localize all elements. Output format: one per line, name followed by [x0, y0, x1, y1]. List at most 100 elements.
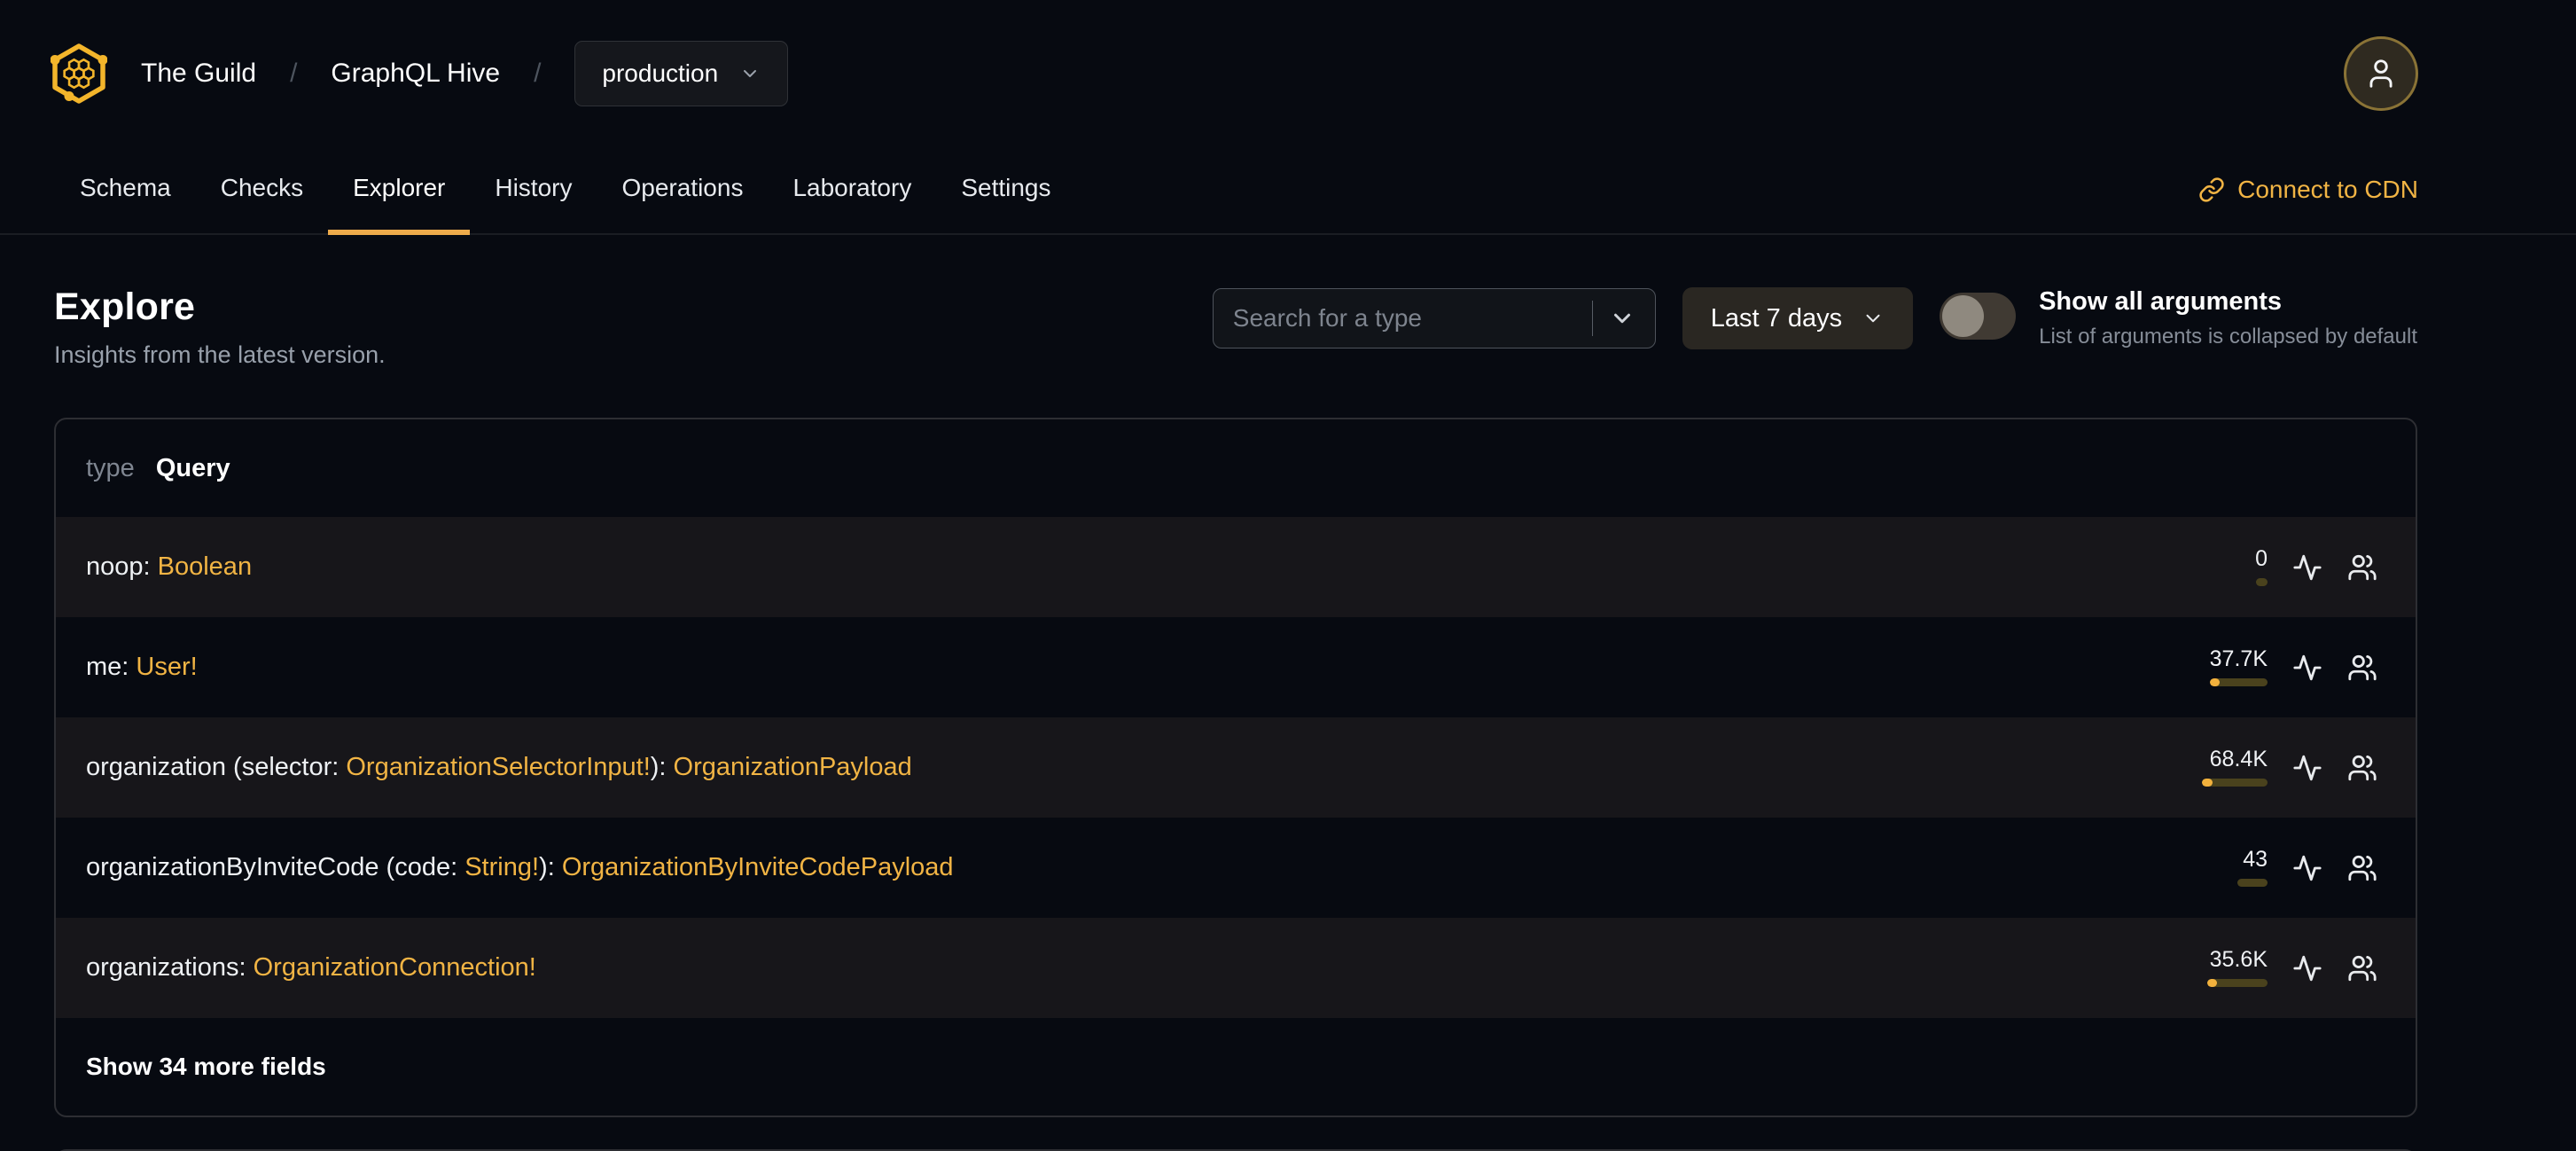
activity-pulse-icon[interactable] — [2292, 953, 2322, 983]
breadcrumb-separator: / — [290, 58, 298, 88]
type-search-combobox — [1212, 288, 1656, 348]
field-text: organization (selector: — [86, 753, 347, 781]
field-signature: organizations: OrganizationConnection! — [86, 953, 536, 983]
field-text: ): — [650, 753, 674, 781]
toggle-title: Show all arguments — [2039, 287, 2283, 316]
users-icon[interactable] — [2347, 853, 2377, 883]
users-icon[interactable] — [2347, 552, 2377, 583]
field-signature: organization (selector: OrganizationSele… — [86, 753, 912, 782]
main-content: Explore Insights from the latest version… — [0, 286, 2576, 1151]
field-row: me: User! 37.7K — [56, 617, 2416, 717]
top-bar: The Guild / GraphQL Hive / production — [0, 0, 2576, 146]
tab-explorer[interactable]: Explorer — [328, 146, 471, 235]
environment-selector[interactable]: production — [574, 40, 789, 106]
field-usage: 0 — [2193, 548, 2268, 586]
toggle-labels: Show all arguments List of arguments is … — [2039, 287, 2417, 349]
activity-pulse-icon[interactable] — [2292, 753, 2322, 783]
users-icon[interactable] — [2347, 953, 2377, 983]
controls-right: Last 7 days Show all arguments List of a… — [1212, 287, 2417, 349]
field-rows: noop: Boolean 0 me: User! 37.7K organiza… — [56, 517, 2416, 1018]
field-row: organizationByInviteCode (code: String!)… — [56, 818, 2416, 918]
field-usage: 37.7K — [2193, 648, 2268, 686]
user-icon — [2369, 59, 2393, 88]
environment-selector-label: production — [602, 59, 719, 87]
field-row: organization (selector: OrganizationSele… — [56, 717, 2416, 818]
type-panel-header: type Query — [56, 419, 2416, 517]
type-search-input[interactable] — [1232, 304, 1585, 333]
field-text: organizationByInviteCode (code: — [86, 853, 465, 881]
field-row: organizations: OrganizationConnection! 3… — [56, 918, 2416, 1018]
type-link[interactable]: OrganizationSelectorInput! — [346, 753, 650, 781]
breadcrumb-separator: / — [534, 58, 542, 88]
breadcrumb-org[interactable]: The Guild — [141, 59, 256, 89]
field-stats: 37.7K — [2193, 648, 2377, 686]
field-stats: 43 — [2193, 849, 2377, 887]
page-head: Explore Insights from the latest version… — [54, 286, 386, 369]
field-text: me: — [86, 653, 137, 681]
connect-to-cdn-button[interactable]: Connect to CDN — [2198, 146, 2418, 233]
hive-logo-icon[interactable] — [51, 43, 107, 104]
type-search-dropdown-button[interactable] — [1609, 305, 1635, 332]
field-usage-bar — [2256, 578, 2268, 586]
page-title: Explore — [54, 286, 196, 328]
show-all-arguments-toggle[interactable] — [1940, 293, 2017, 340]
users-icon[interactable] — [2347, 653, 2377, 683]
field-stats: 0 — [2193, 548, 2377, 586]
field-usage-count: 35.6K — [2209, 947, 2268, 972]
type-link[interactable]: String! — [464, 853, 539, 881]
nav-tabs: Schema Checks Explorer History Operations Lab… — [0, 146, 2576, 235]
field-usage-count: 0 — [2255, 546, 2268, 571]
activity-pulse-icon[interactable] — [2292, 853, 2322, 883]
controls-row: Explore Insights from the latest version… — [54, 286, 2417, 369]
hive-explorer-screen: The Guild / GraphQL Hive / production Sc… — [0, 0, 2576, 1151]
users-icon[interactable] — [2347, 753, 2377, 783]
type-link[interactable]: OrganizationByInviteCodePayload — [562, 853, 954, 881]
tab-laboratory[interactable]: Laboratory — [768, 146, 936, 235]
tab-schema[interactable]: Schema — [55, 146, 196, 235]
chevron-down-icon — [744, 69, 757, 77]
show-all-arguments-control: Show all arguments List of arguments is … — [1940, 287, 2417, 349]
field-signature: organizationByInviteCode (code: String!)… — [86, 853, 954, 882]
field-usage-bar — [2207, 979, 2268, 987]
field-usage-bar — [2202, 779, 2268, 787]
chevron-down-icon — [1613, 313, 1630, 324]
activity-pulse-icon[interactable] — [2292, 653, 2322, 683]
field-usage-count: 43 — [2243, 847, 2268, 872]
field-usage: 43 — [2193, 849, 2268, 887]
tab-operations[interactable]: Operations — [597, 146, 768, 235]
field-stats: 35.6K — [2193, 949, 2377, 987]
field-usage-bar — [2210, 678, 2268, 686]
field-usage: 68.4K — [2193, 748, 2268, 787]
page-subtitle: Insights from the latest version. — [54, 341, 386, 368]
field-usage-bar-fill — [2207, 979, 2217, 987]
type-link[interactable]: OrganizationPayload — [674, 753, 912, 781]
field-signature: noop: Boolean — [86, 552, 252, 582]
field-row: noop: Boolean 0 — [56, 517, 2416, 617]
field-usage: 35.6K — [2193, 949, 2268, 987]
field-text: noop: — [86, 552, 158, 581]
field-text: ): — [539, 853, 562, 881]
type-name: Query — [155, 453, 230, 482]
date-range-selector[interactable]: Last 7 days — [1682, 287, 1914, 349]
show-more-fields-button[interactable]: Show 34 more fields — [56, 1018, 2416, 1116]
tabs-group: Schema Checks Explorer History Operations Lab… — [55, 146, 1076, 235]
chevron-down-icon — [1866, 314, 1880, 323]
tab-settings[interactable]: Settings — [936, 146, 1075, 235]
tab-checks[interactable]: Checks — [196, 146, 328, 235]
type-kind-label: type — [86, 453, 135, 482]
type-link[interactable]: User! — [136, 653, 197, 681]
date-range-label: Last 7 days — [1710, 303, 1843, 333]
field-usage-bar — [2237, 879, 2268, 887]
toggle-knob — [1942, 295, 1985, 337]
type-panel-query: type Query noop: Boolean 0 me: User! 37.… — [54, 418, 2417, 1117]
type-link[interactable]: OrganizationConnection! — [254, 953, 536, 982]
type-link[interactable]: Boolean — [158, 552, 252, 581]
tab-history[interactable]: History — [470, 146, 597, 235]
breadcrumb-project[interactable]: GraphQL Hive — [331, 59, 500, 89]
field-usage-bar-fill — [2202, 779, 2213, 787]
field-usage-bar-fill — [2210, 678, 2220, 686]
activity-pulse-icon[interactable] — [2292, 552, 2322, 583]
user-avatar[interactable] — [2344, 35, 2418, 111]
field-text: organizations: — [86, 953, 254, 982]
connect-to-cdn-label: Connect to CDN — [2237, 176, 2418, 203]
